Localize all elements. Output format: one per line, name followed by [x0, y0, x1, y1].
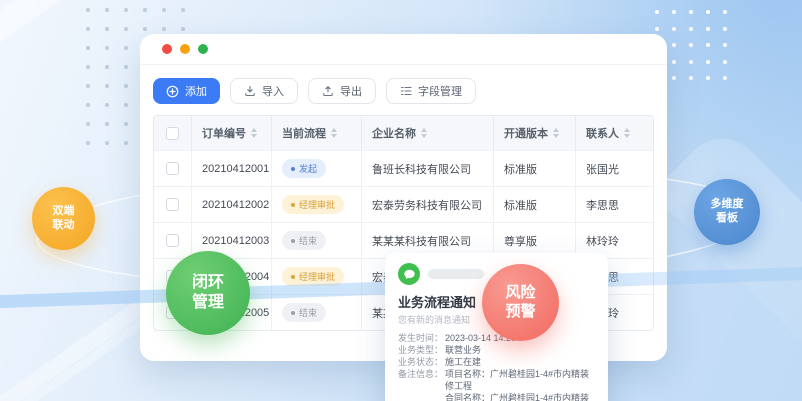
feature-badge-text: 闭环 — [192, 273, 224, 293]
window-minimize-button[interactable] — [180, 44, 190, 54]
cell-status: 结束 — [272, 223, 362, 258]
column-header-label: 开通版本 — [504, 125, 548, 141]
column-header-3[interactable]: 开通版本 — [494, 116, 576, 150]
table-header-row: 订单编号 当前流程 企业名称 开通版本 联系人 — [154, 116, 653, 150]
cell-order-no: 20210412002 — [192, 187, 272, 222]
feature-badge-risk-warning: 风险 预警 — [482, 264, 559, 341]
feature-badge-text: 管理 — [192, 293, 224, 313]
decor-stripe-top-left — [0, 0, 147, 72]
upload-tray-icon — [322, 85, 334, 97]
feature-badge-text: 看板 — [716, 212, 738, 226]
plus-circle-icon — [166, 85, 179, 98]
toolbar: 添加 导入 导出 字段管理 — [140, 65, 667, 115]
table-row[interactable]: 20210412001 发起 鲁班长科技有限公司标准版张国光 — [154, 150, 653, 186]
status-dot-icon — [291, 311, 295, 315]
column-header-2[interactable]: 企业名称 — [362, 116, 494, 150]
column-header-label: 当前流程 — [282, 125, 326, 141]
export-button[interactable]: 导出 — [308, 78, 376, 104]
header-checkbox-cell — [154, 116, 192, 150]
field-management-button-label: 字段管理 — [418, 83, 462, 99]
field-management-button[interactable]: 字段管理 — [386, 78, 476, 104]
cell-status: 经理审批 — [272, 187, 362, 222]
status-badge: 结束 — [282, 303, 326, 322]
column-header-4[interactable]: 联系人 — [576, 116, 653, 150]
sort-arrows-icon[interactable] — [553, 128, 559, 138]
table-row[interactable]: 20210412002 经理审批宏泰劳务科技有限公司标准版李思思 — [154, 186, 653, 222]
column-header-label: 订单编号 — [202, 125, 246, 141]
list-lines-icon — [400, 85, 412, 97]
notification-fields: 发生时间：2023-03-14 14:20业务类型：联营业务业务状态：施工在建备… — [398, 332, 595, 401]
feature-badge-dual-linkage: 双端 联动 — [32, 187, 95, 250]
cell-status: 经理审批 — [272, 259, 362, 294]
skeleton-bar — [428, 269, 484, 279]
notification-field: 发生时间：2023-03-14 14:20 — [398, 332, 595, 344]
cell-status: 发起 — [272, 151, 362, 186]
notification-field-label: 业务类型： — [398, 344, 445, 356]
status-badge: 发起 — [282, 159, 326, 178]
cell-contact: 张国光 — [576, 151, 653, 186]
window-titlebar — [140, 34, 667, 65]
row-checkbox[interactable] — [166, 234, 179, 247]
feature-badge-text: 联动 — [53, 219, 75, 233]
status-dot-icon — [291, 167, 295, 171]
notification-field: 业务类型：联营业务 — [398, 344, 595, 356]
import-button-label: 导入 — [262, 83, 284, 99]
row-checkbox[interactable] — [166, 162, 179, 175]
notification-field-value: 施工在建 — [445, 356, 595, 368]
feature-badge-closed-loop: 闭环 管理 — [166, 251, 250, 335]
row-checkbox-cell — [154, 151, 192, 186]
status-badge: 经理审批 — [282, 195, 344, 214]
column-header-0[interactable]: 订单编号 — [192, 116, 272, 150]
notification-field-label: 发生时间： — [398, 332, 445, 344]
import-button[interactable]: 导入 — [230, 78, 298, 104]
status-badge: 经理审批 — [282, 267, 344, 286]
column-header-1[interactable]: 当前流程 — [272, 116, 362, 150]
sort-arrows-icon[interactable] — [331, 128, 337, 138]
status-badge: 结束 — [282, 231, 326, 250]
cell-company: 宏泰劳务科技有限公司 — [362, 187, 494, 222]
status-dot-icon — [291, 239, 295, 243]
notification-field-label: 备注信息： — [398, 368, 445, 401]
add-button-label: 添加 — [185, 83, 207, 99]
add-button[interactable]: 添加 — [153, 78, 220, 104]
feature-badge-text: 风险 — [505, 284, 535, 303]
cell-order-no: 20210412001 — [192, 151, 272, 186]
status-dot-icon — [291, 203, 295, 207]
notification-field: 业务状态：施工在建 — [398, 356, 595, 368]
column-header-label: 企业名称 — [372, 125, 416, 141]
status-dot-icon — [291, 275, 295, 279]
feature-badge-dashboard: 多维度 看板 — [694, 179, 760, 245]
notification-field-value: 项目名称：广州碧桂园1-4#市内精装修工程合同名称：广州碧桂园1-4#市内精装修… — [445, 368, 595, 401]
notification-field: 备注信息：项目名称：广州碧桂园1-4#市内精装修工程合同名称：广州碧桂园1-4#… — [398, 368, 595, 401]
row-checkbox-cell — [154, 187, 192, 222]
feature-badge-text: 多维度 — [711, 198, 744, 212]
select-all-checkbox[interactable] — [166, 127, 179, 140]
row-checkbox-cell — [154, 223, 192, 258]
sort-arrows-icon[interactable] — [251, 128, 257, 138]
feature-badge-text: 双端 — [53, 205, 75, 219]
row-checkbox[interactable] — [166, 198, 179, 211]
feature-badge-text: 预警 — [505, 303, 535, 322]
download-tray-icon — [244, 85, 256, 97]
sort-arrows-icon[interactable] — [421, 128, 427, 138]
cell-company: 鲁班长科技有限公司 — [362, 151, 494, 186]
export-button-label: 导出 — [340, 83, 362, 99]
chat-bubble-icon — [398, 263, 420, 285]
window-close-button[interactable] — [162, 44, 172, 54]
cell-version: 标准版 — [494, 151, 576, 186]
column-header-label: 联系人 — [586, 125, 619, 141]
window-maximize-button[interactable] — [198, 44, 208, 54]
notification-field-value: 联营业务 — [445, 344, 595, 356]
dot-grid-right — [655, 10, 740, 93]
notification-field-label: 业务状态： — [398, 356, 445, 368]
cell-contact: 李思思 — [576, 187, 653, 222]
sort-arrows-icon[interactable] — [624, 128, 630, 138]
cell-status: 结束 — [272, 295, 362, 330]
cell-version: 标准版 — [494, 187, 576, 222]
